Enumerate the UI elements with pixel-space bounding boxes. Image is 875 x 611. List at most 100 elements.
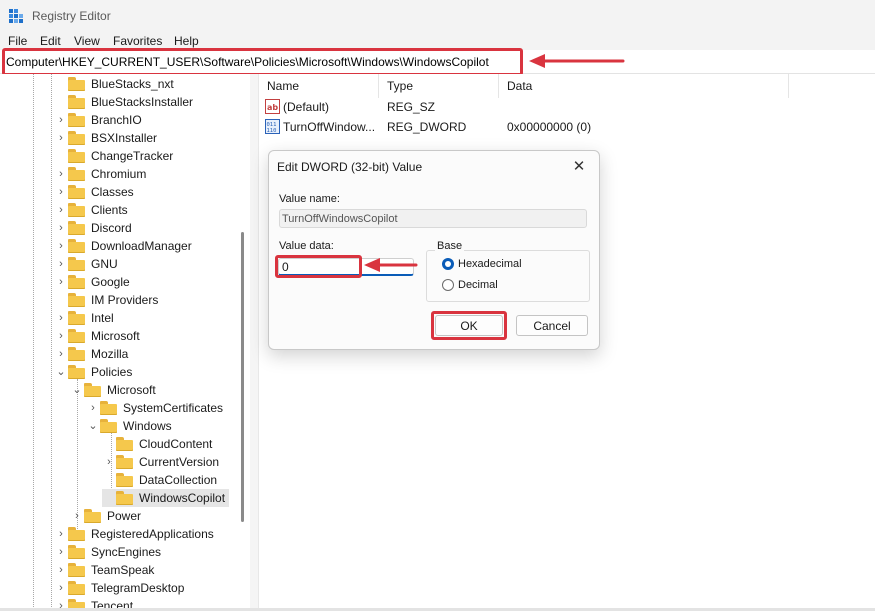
tree-item[interactable]: › Clients bbox=[54, 201, 128, 219]
folder-icon bbox=[68, 113, 86, 127]
value-data-arrow-annotation bbox=[364, 258, 418, 272]
folder-icon bbox=[68, 131, 86, 145]
tree-item[interactable]: › RegisteredApplications bbox=[54, 525, 214, 543]
tree-item[interactable]: › BranchIO bbox=[54, 111, 142, 129]
menu-favorites[interactable]: Favorites bbox=[113, 34, 162, 48]
chevron-right-icon[interactable]: › bbox=[54, 527, 68, 541]
tree-item[interactable]: › TeamSpeak bbox=[54, 561, 154, 579]
tree-item-label: Windows bbox=[123, 419, 172, 433]
chevron-right-icon[interactable]: › bbox=[54, 221, 68, 235]
menu-file[interactable]: File bbox=[8, 34, 27, 48]
pane-splitter[interactable] bbox=[250, 74, 258, 611]
tree-item[interactable]: › CurrentVersion bbox=[102, 453, 219, 471]
tree-item[interactable]: › Google bbox=[54, 273, 130, 291]
tree-item[interactable]: › Mozilla bbox=[54, 345, 128, 363]
tree-item-label: SyncEngines bbox=[91, 545, 162, 559]
menu-edit[interactable]: Edit bbox=[40, 34, 61, 48]
chevron-right-icon[interactable]: › bbox=[102, 455, 116, 469]
address-highlight-box bbox=[2, 48, 523, 76]
chevron-right-icon[interactable]: › bbox=[54, 275, 68, 289]
tree-item[interactable]: BlueStacksInstaller bbox=[54, 93, 193, 111]
tree-item[interactable]: IM Providers bbox=[54, 291, 158, 309]
chevron-down-icon[interactable]: ⌄ bbox=[70, 383, 84, 397]
string-value-icon: ab bbox=[265, 99, 280, 114]
value-row[interactable]: ab (Default) REG_SZ bbox=[259, 97, 859, 117]
close-icon[interactable]: ✕ bbox=[569, 157, 589, 177]
tree-item-label: Microsoft bbox=[91, 329, 140, 343]
tree-item[interactable]: › Chromium bbox=[54, 165, 146, 183]
chevron-right-icon[interactable]: › bbox=[54, 545, 68, 559]
radio-unselected-icon[interactable] bbox=[442, 279, 454, 291]
tree-item[interactable]: ⌄ Microsoft bbox=[70, 381, 156, 399]
chevron-down-icon[interactable]: ⌄ bbox=[54, 365, 68, 379]
folder-icon bbox=[84, 383, 102, 397]
cancel-button[interactable]: Cancel bbox=[516, 315, 588, 336]
chevron-right-icon[interactable]: › bbox=[54, 347, 68, 361]
tree-item[interactable]: › Discord bbox=[54, 219, 132, 237]
folder-icon bbox=[116, 437, 134, 451]
tree-item[interactable]: › BSXInstaller bbox=[54, 129, 157, 147]
value-data-highlight-box bbox=[275, 255, 362, 278]
folder-icon bbox=[68, 581, 86, 595]
menu-help[interactable]: Help bbox=[174, 34, 199, 48]
tree-item[interactable]: ChangeTracker bbox=[54, 147, 173, 165]
tree-item[interactable]: CloudContent bbox=[102, 435, 212, 453]
chevron-right-icon[interactable]: › bbox=[54, 167, 68, 181]
hexadecimal-option[interactable]: Hexadecimal bbox=[442, 258, 522, 270]
chevron-right-icon[interactable]: › bbox=[54, 185, 68, 199]
tree-item-label: Discord bbox=[91, 221, 132, 235]
tree-item[interactable]: ⌄ Windows bbox=[86, 417, 172, 435]
tree-item-label: BlueStacks_nxt bbox=[91, 77, 174, 91]
tree-item-label: TeamSpeak bbox=[91, 563, 155, 577]
tree-item-label: Chromium bbox=[91, 167, 147, 181]
chevron-right-icon[interactable]: › bbox=[54, 563, 68, 577]
chevron-right-icon[interactable]: › bbox=[54, 311, 68, 325]
tree-item-label: WindowsCopilot bbox=[139, 491, 226, 505]
chevron-right-icon[interactable]: › bbox=[54, 581, 68, 595]
column-header-data[interactable]: Data bbox=[499, 74, 789, 98]
chevron-right-icon[interactable]: › bbox=[54, 131, 68, 145]
tree-scrollbar[interactable] bbox=[241, 232, 244, 522]
menu-view[interactable]: View bbox=[74, 34, 100, 48]
tree-item[interactable]: › Intel bbox=[54, 309, 114, 327]
tree-item[interactable]: › TelegramDesktop bbox=[54, 579, 184, 597]
edit-dword-dialog: Edit DWORD (32-bit) Value ✕ Value name: … bbox=[268, 150, 600, 350]
tree-item[interactable]: DataCollection bbox=[102, 471, 217, 489]
chevron-right-icon[interactable]: › bbox=[54, 329, 68, 343]
tree-item[interactable]: ⌄ Policies bbox=[54, 363, 132, 381]
column-header-name[interactable]: Name bbox=[259, 74, 379, 98]
tree-item-label: IM Providers bbox=[91, 293, 159, 307]
radio-selected-icon[interactable] bbox=[442, 258, 454, 270]
tree-item[interactable]: › Power bbox=[70, 507, 141, 525]
value-row[interactable]: 011 110 TurnOffWindow... REG_DWORD 0x000… bbox=[259, 117, 859, 137]
chevron-right-icon[interactable]: › bbox=[70, 509, 84, 523]
decimal-label: Decimal bbox=[458, 279, 498, 291]
folder-icon bbox=[84, 509, 102, 523]
chevron-down-icon[interactable]: ⌄ bbox=[86, 419, 100, 433]
tree-item[interactable]: › DownloadManager bbox=[54, 237, 192, 255]
registry-tree[interactable]: BlueStacks_nxt BlueStacksInstaller › Branch… bbox=[0, 74, 250, 611]
tree-item[interactable]: › Microsoft bbox=[54, 327, 140, 345]
value-name-field: TurnOffWindowsCopilot bbox=[279, 209, 587, 228]
decimal-option[interactable]: Decimal bbox=[442, 279, 498, 291]
chevron-right-icon[interactable]: › bbox=[86, 401, 100, 415]
column-header-type[interactable]: Type bbox=[379, 74, 499, 98]
chevron-right-icon[interactable]: › bbox=[54, 257, 68, 271]
tree-item[interactable]: › GNU bbox=[54, 255, 118, 273]
tree-item[interactable]: › SyncEngines bbox=[54, 543, 161, 561]
folder-icon bbox=[116, 455, 134, 469]
folder-icon bbox=[68, 203, 86, 217]
tree-item[interactable]: WindowsCopilot bbox=[102, 489, 230, 507]
chevron-right-icon[interactable]: › bbox=[54, 113, 68, 127]
tree-item-label: TelegramDesktop bbox=[91, 581, 185, 595]
chevron-right-icon[interactable]: › bbox=[54, 239, 68, 253]
chevron-right-icon[interactable]: › bbox=[54, 203, 68, 217]
tree-item[interactable]: BlueStacks_nxt bbox=[54, 75, 174, 93]
tree-guide-line bbox=[51, 74, 53, 611]
tree-item[interactable]: › Classes bbox=[54, 183, 134, 201]
ok-highlight-box bbox=[431, 311, 507, 340]
value-name: (Default) bbox=[283, 100, 330, 114]
tree-item[interactable]: › SystemCertificates bbox=[86, 399, 223, 417]
